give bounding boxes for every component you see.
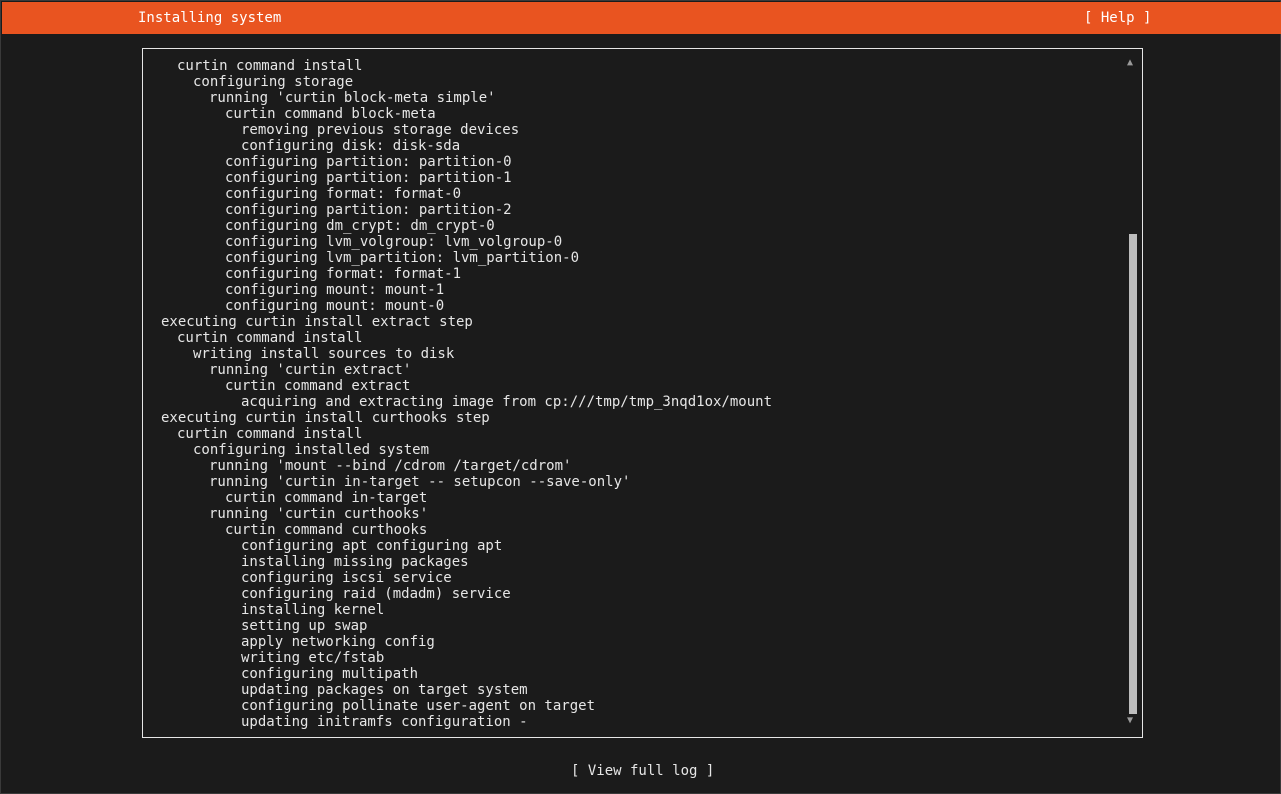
log-line: curtin command extract [225, 378, 411, 394]
log-line: running 'curtin extract' [209, 362, 412, 378]
log-line: running 'curtin in-target -- setupcon --… [209, 474, 631, 490]
log-line: running 'curtin block-meta simple' [209, 90, 496, 106]
page-title: Installing system [138, 10, 282, 26]
view-full-log-button[interactable]: [ View full log ] [571, 762, 714, 780]
log-line: curtin command curthooks [225, 522, 428, 538]
log-line: curtin command in-target [225, 490, 428, 506]
log-line: configuring lvm_volgroup: lvm_volgroup-0 [225, 234, 563, 250]
log-line: curtin command block-meta [225, 106, 436, 122]
log-line: executing curtin install curthooks step [161, 410, 490, 426]
log-line: installing missing packages [241, 554, 469, 570]
log-line: running 'mount --bind /cdrom /target/cdr… [209, 458, 572, 474]
log-line: writing install sources to disk [193, 346, 455, 362]
log-line: configuring disk: disk-sda [241, 138, 461, 154]
scrollbar-thumb[interactable] [1129, 234, 1137, 714]
title-bar: Installing system [ Help ] [2, 2, 1281, 34]
log-line: configuring pollinate user-agent on targ… [241, 698, 596, 714]
log-line: configuring dm_crypt: dm_crypt-0 [225, 218, 495, 234]
log-line: configuring lvm_partition: lvm_partition… [225, 250, 580, 266]
log-line: running 'curtin curthooks' [209, 506, 429, 522]
log-line: updating initramfs configuration - [241, 714, 528, 730]
log-line: updating packages on target system [241, 682, 528, 698]
log-line: configuring storage [193, 74, 354, 90]
log-line: configuring format: format-0 [225, 186, 462, 202]
log-line: configuring iscsi service [241, 570, 452, 586]
log-line: configuring partition: partition-2 [225, 202, 512, 218]
log-line: configuring multipath [241, 666, 419, 682]
scroll-down-arrow-icon[interactable]: ▼ [1127, 716, 1133, 726]
log-line: configuring installed system [193, 442, 430, 458]
help-button[interactable]: [ Help ] [1084, 2, 1151, 34]
log-line: curtin command install [177, 330, 363, 346]
log-line: configuring partition: partition-1 [225, 170, 512, 186]
log-line: curtin command install [177, 58, 363, 74]
log-line: configuring apt configuring apt [241, 538, 503, 554]
log-line: writing etc/fstab [241, 650, 385, 666]
install-log-lines: curtin command install configuring storag… [161, 58, 772, 730]
log-line: configuring mount: mount-0 [225, 298, 445, 314]
log-line: acquiring and extracting image from cp:/… [241, 394, 773, 410]
log-line: setting up swap [241, 618, 368, 634]
log-line: executing curtin install extract step [161, 314, 473, 330]
log-line: configuring format: format-1 [225, 266, 462, 282]
log-line: configuring partition: partition-0 [225, 154, 512, 170]
log-line: removing previous storage devices [241, 122, 520, 138]
log-line: apply networking config [241, 634, 435, 650]
log-line: curtin command install [177, 426, 363, 442]
installer-screen: Installing system [ Help ] curtin comman… [0, 0, 1281, 794]
log-line: configuring mount: mount-1 [225, 282, 445, 298]
scroll-up-arrow-icon[interactable]: ▲ [1127, 58, 1133, 68]
log-line: configuring raid (mdadm) service [241, 586, 511, 602]
log-line: installing kernel [241, 602, 385, 618]
install-log-panel[interactable]: curtin command install configuring storag… [142, 48, 1143, 738]
